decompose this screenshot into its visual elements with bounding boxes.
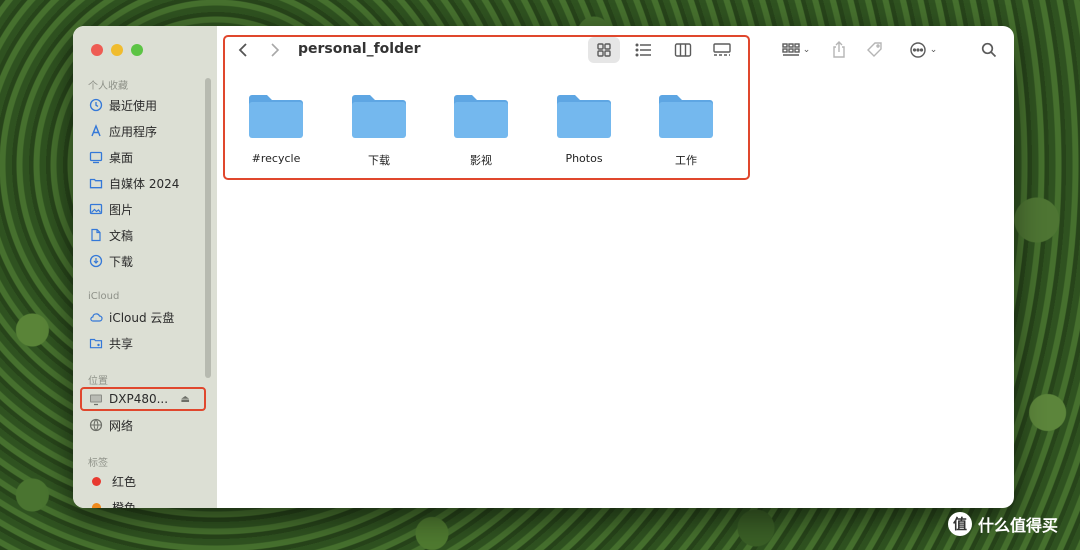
network-icon — [89, 418, 103, 432]
sidebar-item-media-2024[interactable]: 自媒体 2024 — [89, 172, 205, 194]
folder-item[interactable]: 影视 — [441, 92, 521, 168]
sidebar-item-tag-red[interactable]: 红色 — [89, 470, 205, 492]
watermark: 值 什么值得买 — [948, 512, 1058, 536]
sidebar-item-icloud-drive[interactable]: iCloud 云盘 — [89, 306, 205, 328]
folder-item[interactable]: #recycle — [236, 92, 316, 165]
folder-name: 工作 — [675, 154, 697, 167]
section-label-favorites: 个人收藏 — [88, 81, 128, 92]
folder-name: #recycle — [251, 152, 301, 165]
sidebar-item-tag-orange[interactable]: 橙色 — [89, 496, 205, 508]
sidebar-item-label: 桌面 — [109, 150, 134, 165]
document-icon — [89, 228, 103, 242]
cloud-icon — [89, 310, 103, 324]
sidebar-item-recents[interactable]: 最近使用 — [89, 94, 205, 116]
share-icon — [833, 41, 845, 58]
ellipsis-circle-icon — [910, 42, 926, 58]
sidebar-item-label: 红色 — [112, 474, 137, 489]
sidebar-item-label: 共享 — [109, 336, 134, 351]
folder-name: 下载 — [368, 154, 390, 167]
sidebar-item-nas-device[interactable]: DXP480... ⏏ — [80, 387, 206, 411]
folder-item[interactable]: Photos — [544, 92, 624, 165]
red-tag-icon — [92, 476, 101, 486]
clock-icon — [89, 98, 103, 112]
sidebar: 个人收藏 最近使用 应用程序 桌面 自媒体 2024 图片 文稿 下载 iClo… — [73, 26, 217, 508]
folder-icon — [659, 95, 713, 138]
share-button[interactable] — [827, 37, 851, 63]
minimize-button[interactable] — [111, 44, 123, 56]
folder-item[interactable]: 工作 — [646, 92, 726, 168]
sidebar-item-label: 图片 — [109, 202, 134, 217]
sidebar-item-label: 最近使用 — [109, 98, 158, 113]
apps-icon — [89, 124, 103, 138]
sidebar-item-label: 文稿 — [109, 228, 134, 243]
folder-icon — [454, 95, 508, 138]
sidebar-item-applications[interactable]: 应用程序 — [89, 120, 205, 142]
section-label-locations: 位置 — [88, 376, 108, 387]
window-controls — [91, 44, 143, 56]
folder-icon — [89, 176, 103, 190]
folder-name: Photos — [565, 152, 603, 165]
sidebar-item-label: DXP480... — [109, 392, 169, 406]
search-button[interactable] — [977, 37, 1001, 63]
sidebar-item-label: 下载 — [109, 254, 134, 269]
shared-folder-icon — [89, 336, 103, 350]
sidebar-item-label: 自媒体 2024 — [109, 176, 180, 191]
photo-icon — [89, 202, 103, 216]
finder-window: 个人收藏 最近使用 应用程序 桌面 自媒体 2024 图片 文稿 下载 iClo… — [73, 26, 1014, 508]
orange-tag-icon — [92, 502, 101, 508]
group-button[interactable]: ⌄ — [777, 37, 815, 63]
folder-name: 影视 — [470, 154, 492, 167]
sidebar-item-pictures[interactable]: 图片 — [89, 198, 205, 220]
chevron-down-icon: ⌄ — [802, 45, 811, 55]
close-button[interactable] — [91, 44, 103, 56]
monitor-icon — [89, 392, 103, 406]
sidebar-item-network[interactable]: 网络 — [89, 414, 205, 436]
folder-icon — [352, 95, 406, 138]
sidebar-item-label: iCloud 云盘 — [109, 310, 175, 325]
section-label-icloud: iCloud — [88, 291, 120, 302]
watermark-logo: 值 — [948, 512, 972, 536]
folder-item[interactable]: 下载 — [339, 92, 419, 168]
tag-button[interactable] — [863, 37, 887, 63]
desktop-icon — [89, 150, 103, 164]
sidebar-item-label: 网络 — [109, 418, 134, 433]
sidebar-item-documents[interactable]: 文稿 — [89, 224, 205, 246]
eject-icon[interactable]: ⏏ — [181, 394, 190, 405]
sidebar-item-downloads[interactable]: 下载 — [89, 250, 205, 272]
sidebar-item-shared[interactable]: 共享 — [89, 332, 205, 354]
folder-icon — [249, 95, 303, 138]
sidebar-item-label: 橙色 — [112, 500, 137, 509]
download-icon — [89, 254, 103, 268]
folder-icon — [557, 95, 611, 138]
section-label-tags: 标签 — [88, 458, 108, 469]
more-actions-button[interactable]: ⌄ — [903, 37, 943, 63]
sidebar-scrollbar[interactable] — [205, 78, 211, 378]
tag-icon — [867, 42, 882, 57]
sidebar-item-label: 应用程序 — [109, 124, 158, 139]
search-icon — [981, 42, 997, 58]
sidebar-item-desktop[interactable]: 桌面 — [89, 146, 205, 168]
watermark-text: 什么值得买 — [978, 516, 1059, 535]
chevron-down-icon: ⌄ — [929, 45, 938, 55]
zoom-button[interactable] — [131, 44, 143, 56]
group-grid-icon — [782, 43, 800, 56]
